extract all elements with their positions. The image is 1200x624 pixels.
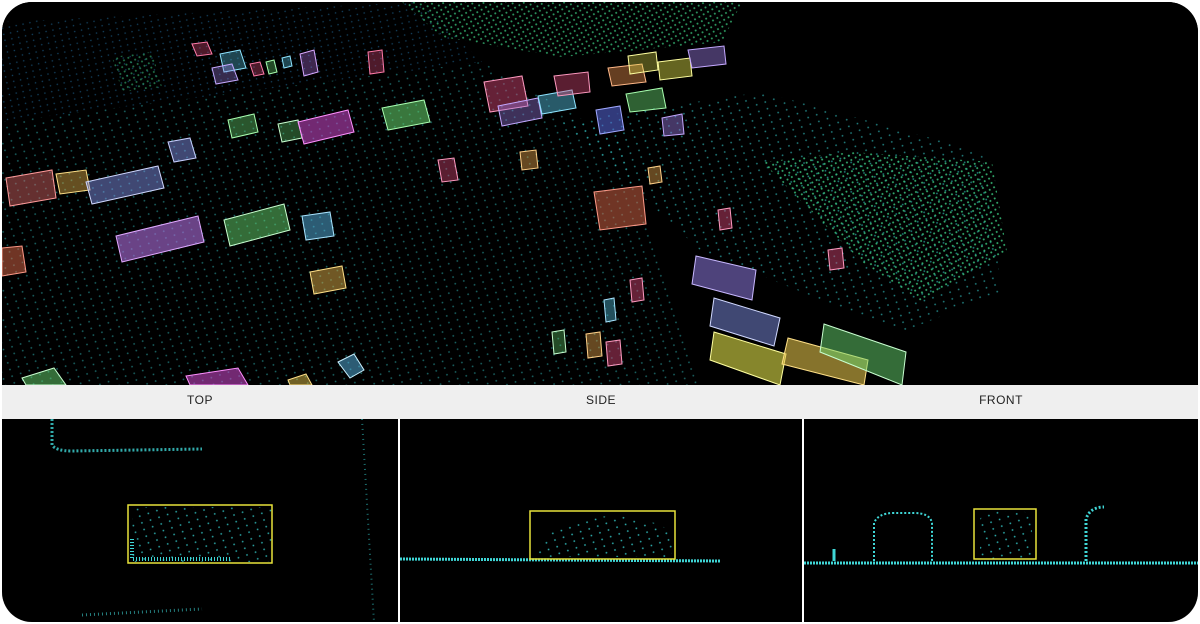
front-view-canvas[interactable] [804,419,1198,622]
side-view-canvas[interactable] [400,419,802,622]
top-view-panel[interactable] [2,419,398,622]
side-view-panel[interactable] [400,419,802,622]
front-view-panel[interactable] [804,419,1198,622]
ortho-panels [2,419,1198,622]
view-label-bar: TOP SIDE FRONT [2,385,1198,419]
point-cloud-canvas[interactable] [2,2,1198,385]
top-view-label: TOP [187,393,213,407]
lidar-viewer: TOP SIDE FRONT [2,2,1198,622]
main-3d-viewport[interactable] [2,2,1198,385]
side-view-label: SIDE [585,393,616,407]
top-view-canvas[interactable] [2,419,398,622]
front-view-label: FRONT [979,393,1023,407]
